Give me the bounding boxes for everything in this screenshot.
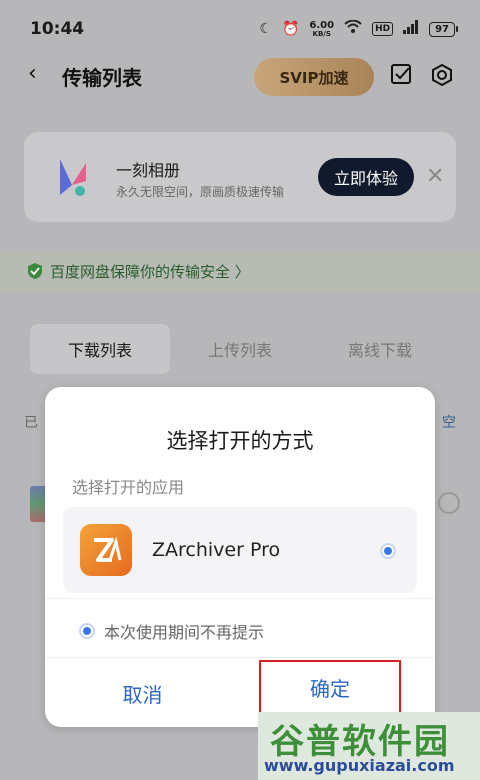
zarchiver-icon — [80, 524, 132, 576]
net-speed: 6.00 KB/S — [309, 19, 335, 38]
tab-download[interactable]: 下载列表 — [30, 324, 170, 374]
close-icon[interactable]: ✕ — [426, 164, 444, 189]
promo-card: 一刻相册 永久无限空间，原画质极速传输 立即体验 ✕ — [24, 132, 456, 222]
app-option-zarchiver[interactable]: ZArchiver Pro — [63, 507, 417, 593]
app-radio-selected[interactable] — [380, 543, 396, 559]
tab-offline[interactable]: 离线下载 — [310, 324, 450, 374]
bg-clear-link[interactable]: 空 — [442, 412, 456, 432]
transfer-tabs: 下载列表 上传列表 离线下载 — [30, 324, 450, 374]
battery-icon: 97 — [429, 21, 458, 37]
status-icons: ☾ ⏰ 6.00 KB/S HD 97 — [259, 19, 458, 38]
site-watermark: 谷普软件园 www.gupuxiazai.com — [258, 712, 480, 780]
net-speed-unit: KB/S — [312, 29, 331, 38]
back-button[interactable]: ‹ — [28, 61, 37, 86]
dialog-subtitle: 选择打开的应用 — [72, 478, 185, 497]
bg-select-radio[interactable] — [438, 492, 460, 514]
open-with-dialog: 选择打开的方式 选择打开的应用 ZArchiver Pro 本次使用期间不再提示… — [45, 387, 435, 727]
tab-upload[interactable]: 上传列表 — [170, 324, 310, 374]
net-speed-value: 6.00 — [309, 19, 335, 31]
yike-album-logo — [60, 159, 86, 196]
confirm-button[interactable]: 确定 — [259, 660, 401, 714]
remember-radio[interactable] — [79, 623, 95, 639]
wifi-icon — [344, 19, 362, 38]
promo-title: 一刻相册 — [116, 161, 181, 180]
divider — [45, 657, 435, 658]
header: ‹ 传输列表 SVIP加速 — [0, 55, 480, 96]
gear-icon[interactable] — [430, 63, 454, 87]
signal-icon — [403, 20, 419, 38]
security-text: 百度网盘保障你的传输安全 〉 — [50, 262, 250, 281]
remember-label: 本次使用期间不再提示 — [104, 623, 265, 642]
dialog-title: 选择打开的方式 — [166, 429, 314, 453]
watermark-url: www.gupuxiazai.com — [264, 756, 455, 775]
moon-icon: ☾ — [259, 21, 272, 37]
battery-level: 97 — [429, 21, 455, 37]
bg-list-text: 已 — [24, 415, 38, 431]
security-banner[interactable]: 百度网盘保障你的传输安全 〉 — [0, 250, 480, 292]
cancel-button[interactable]: 取消 — [45, 665, 240, 721]
try-now-button[interactable]: 立即体验 — [318, 158, 414, 196]
svip-button[interactable]: SVIP加速 — [254, 58, 374, 96]
divider — [45, 598, 435, 599]
app-name: ZArchiver Pro — [152, 539, 281, 561]
shield-icon — [28, 263, 42, 279]
select-check-icon[interactable] — [390, 63, 412, 85]
hd-badge: HD — [372, 22, 394, 36]
page-title: 传输列表 — [62, 66, 142, 90]
promo-subtitle: 永久无限空间，原画质极速传输 — [116, 185, 285, 199]
remember-option[interactable]: 本次使用期间不再提示 — [79, 619, 264, 643]
status-bar: 10:44 ☾ ⏰ 6.00 KB/S HD 97 — [0, 0, 480, 58]
alarm-icon: ⏰ — [281, 21, 300, 37]
status-time: 10:44 — [30, 19, 85, 39]
